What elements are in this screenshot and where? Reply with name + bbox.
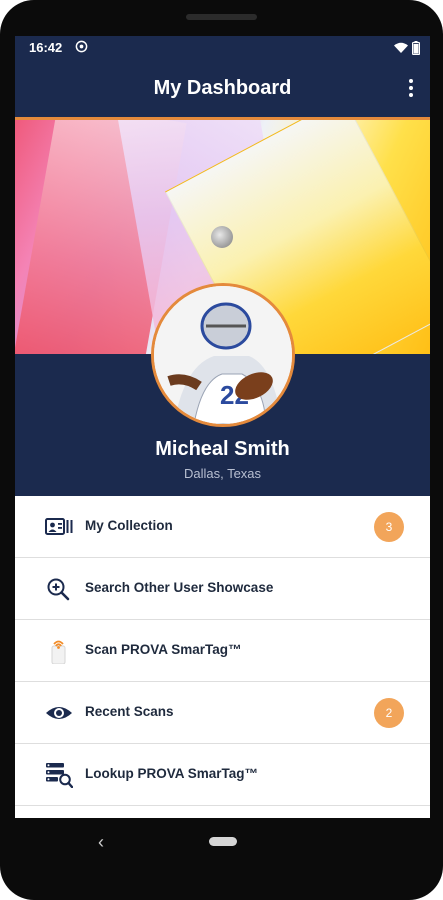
menu-item-my-collection[interactable]: My Collection 3 — [15, 496, 430, 558]
status-icons — [394, 41, 420, 55]
eye-icon — [46, 707, 72, 719]
app-bar: My Dashboard — [15, 61, 430, 117]
collection-icon — [45, 518, 73, 535]
nfc-scan-icon — [51, 640, 66, 664]
back-chevron-icon[interactable]: ‹ — [98, 832, 104, 853]
swatch-grommet — [211, 226, 233, 248]
menu-item-label: Recent Scans — [85, 704, 174, 719]
sync-status-icon — [75, 40, 88, 53]
more-options-icon[interactable] — [404, 77, 418, 101]
avatar-photo-icon: 22 — [154, 286, 292, 424]
menu-item-label: My Collection — [85, 518, 173, 533]
menu-item-lookup-smartag[interactable]: Lookup PROVA SmarTag™ — [15, 744, 430, 806]
lookup-list-icon — [46, 763, 73, 788]
zoom-search-icon — [47, 578, 70, 601]
menu-item-label: Scan PROVA SmarTag™ — [85, 642, 242, 657]
status-time: 16:42 — [29, 40, 63, 55]
home-pill-button[interactable] — [209, 837, 237, 846]
page-title: My Dashboard — [153, 77, 292, 99]
menu-item-search-showcase[interactable]: Search Other User Showcase — [15, 558, 430, 620]
recent-scans-count-badge: 2 — [374, 698, 404, 728]
phone-frame: 16:42 My Dashboard 22 Micheal Smith Dall… — [0, 0, 443, 900]
collection-count-badge: 3 — [374, 512, 404, 542]
battery-icon — [412, 41, 420, 55]
status-bar: 16:42 — [15, 36, 430, 61]
system-nav-bar: ‹ — [0, 818, 443, 866]
profile-name: Micheal Smith — [155, 438, 290, 460]
profile-location: Dallas, Texas — [183, 466, 262, 481]
wifi-icon — [394, 42, 408, 53]
screen: 16:42 My Dashboard 22 Micheal Smith Dall… — [15, 36, 430, 818]
menu-item-label: Lookup PROVA SmarTag™ — [85, 766, 259, 781]
menu-list: My Collection 3 Search Other User Showca… — [15, 496, 430, 806]
menu-item-recent-scans[interactable]: Recent Scans 2 — [15, 682, 430, 744]
menu-item-label: Search Other User Showcase — [85, 580, 274, 595]
avatar[interactable]: 22 — [151, 283, 295, 427]
menu-item-scan-smartag[interactable]: Scan PROVA SmarTag™ — [15, 620, 430, 682]
phone-speaker — [186, 14, 257, 20]
